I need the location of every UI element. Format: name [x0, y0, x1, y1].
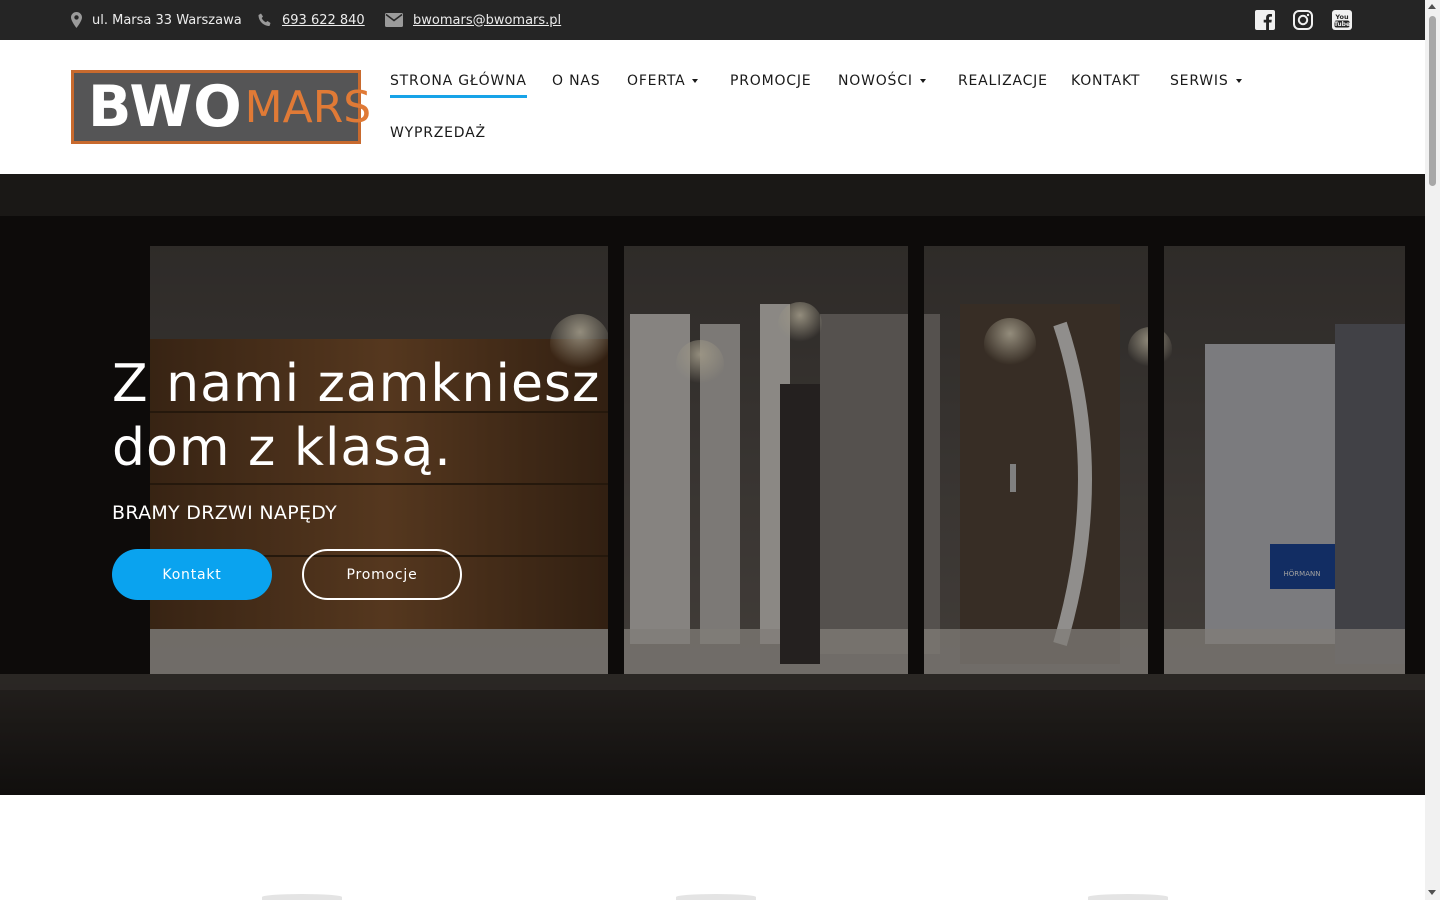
nav-label-service: SERWIS	[1170, 73, 1229, 89]
next-section-hint	[1088, 894, 1168, 900]
logo-box: BWO MARS	[74, 73, 371, 141]
phone-icon	[258, 13, 271, 26]
scroll-down-arrow-icon[interactable]	[1428, 890, 1436, 895]
nav-label-sale: WYPRZEDAŻ	[390, 125, 486, 141]
nav-label-home: STRONA GŁÓWNA	[390, 73, 527, 89]
chevron-down-icon	[919, 79, 926, 83]
scroll-up-arrow-icon[interactable]	[1428, 4, 1436, 9]
nav-label-about: O NAS	[552, 73, 601, 89]
nav-item-sale[interactable]: WYPRZEDAŻ	[390, 118, 486, 148]
nav-item-projects[interactable]: REALIZACJE	[958, 66, 1048, 96]
svg-text:You: You	[1334, 13, 1349, 21]
nav-item-news[interactable]: NOWOŚCI	[838, 66, 926, 96]
instagram-icon[interactable]	[1292, 9, 1314, 31]
hero-subtitle: BRAMY DRZWI NAPĘDY	[112, 502, 338, 524]
email-item[interactable]: bwomars@bwomars.pl	[385, 0, 561, 40]
nav-item-contact[interactable]: KONTAKT	[1071, 66, 1140, 96]
chevron-down-icon	[692, 79, 699, 83]
nav-item-home[interactable]: STRONA GŁÓWNA	[390, 66, 527, 98]
site-header: BWO MARS STRONA GŁÓWNA O NAS OFERTA PROM…	[0, 40, 1425, 174]
logo-text-mars: MARS	[244, 81, 372, 133]
nav-item-promotions[interactable]: PROMOCJE	[730, 66, 811, 96]
address-text: ul. Marsa 33 Warszawa	[92, 12, 242, 28]
svg-text:Tube: Tube	[1334, 21, 1350, 28]
nav-label-contact: KONTAKT	[1071, 73, 1141, 89]
promotions-button[interactable]: Promocje	[302, 549, 462, 600]
nav-label-promotions: PROMOCJE	[730, 73, 812, 89]
top-info-bar: ul. Marsa 33 Warszawa 693 622 840 bwomar…	[0, 0, 1425, 40]
hero-title: Z nami zamkniesz dom z klasą.	[112, 352, 672, 480]
nav-label-offer: OFERTA	[627, 73, 686, 89]
hero-background-image: HÖRMANN	[0, 174, 1425, 795]
nav-label-news: NOWOŚCI	[838, 73, 913, 89]
chevron-down-icon	[1235, 79, 1242, 83]
hero-title-line-2: dom z klasą.	[112, 418, 452, 478]
map-marker-icon	[71, 12, 82, 28]
hero-title-line-1: Z nami zamkniesz	[112, 354, 601, 414]
phone-link[interactable]: 693 622 840	[282, 13, 365, 28]
hero-section: HÖRMANN Z nami zamkniesz dom z klasą. BR…	[0, 174, 1425, 795]
email-link[interactable]: bwomars@bwomars.pl	[413, 13, 561, 28]
address-item: ul. Marsa 33 Warszawa	[71, 0, 242, 40]
site-logo[interactable]: BWO MARS	[71, 70, 371, 144]
page-scrollbar[interactable]	[1425, 0, 1440, 900]
envelope-icon	[385, 13, 403, 27]
youtube-icon[interactable]: You Tube	[1331, 9, 1353, 31]
nav-item-offer[interactable]: OFERTA	[627, 66, 699, 96]
nav-item-service[interactable]: SERWIS	[1170, 66, 1242, 96]
next-section-hint	[676, 894, 756, 900]
phone-item[interactable]: 693 622 840	[258, 0, 365, 40]
facebook-icon[interactable]	[1254, 9, 1276, 31]
nav-label-projects: REALIZACJE	[958, 73, 1048, 89]
nav-item-about[interactable]: O NAS	[552, 66, 600, 96]
contact-button[interactable]: Kontakt	[112, 549, 272, 600]
scrollbar-thumb[interactable]	[1429, 16, 1436, 186]
next-section-hint	[262, 894, 342, 900]
logo-text-bwo: BWO	[88, 74, 243, 140]
